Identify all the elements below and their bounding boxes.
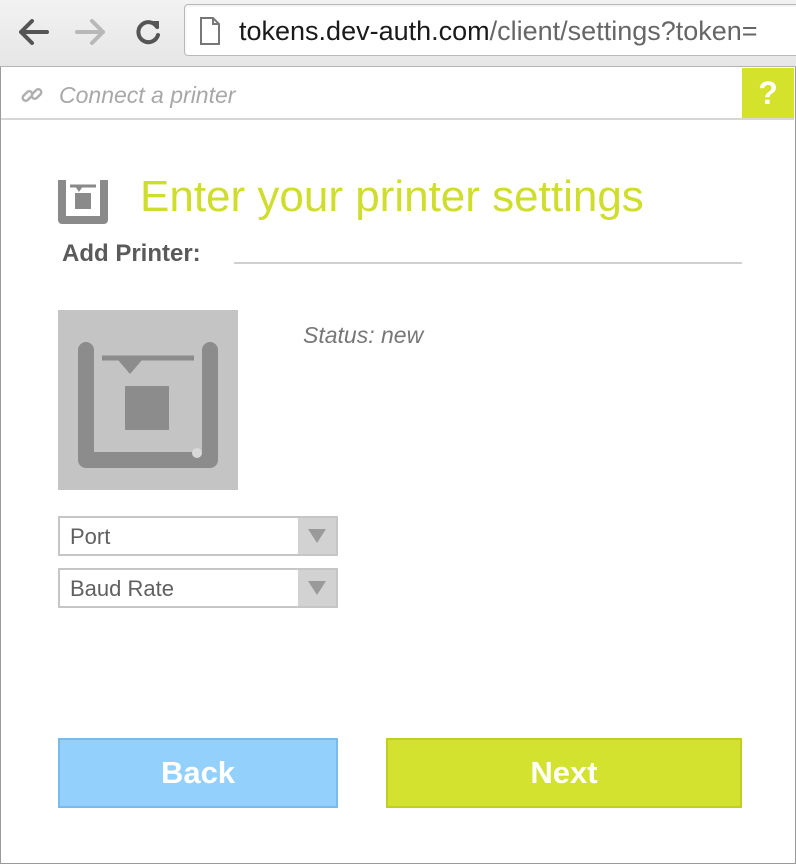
reload-icon[interactable] (128, 12, 168, 52)
help-button[interactable]: ? (742, 68, 794, 118)
add-printer-label: Add Printer: (62, 240, 201, 267)
back-arrow-icon[interactable] (14, 12, 54, 52)
section-divider (234, 262, 742, 264)
forward-arrow-icon[interactable] (70, 12, 110, 52)
printer-icon (58, 178, 108, 229)
link-icon (21, 84, 43, 111)
page-icon (199, 17, 221, 50)
page-title: Enter your printer settings (140, 172, 644, 221)
chevron-down-icon (298, 518, 336, 554)
url-text: tokens.dev-auth.com/client/settings?toke… (239, 14, 758, 48)
connect-printer-label: Connect a printer (59, 82, 236, 108)
connect-bar: Connect a printer ? (1, 68, 794, 120)
address-bar[interactable]: tokens.dev-auth.com/client/settings?toke… (184, 4, 796, 56)
url-path: /client/settings?token= (489, 16, 758, 46)
port-select-value: Port (70, 524, 111, 549)
baud-rate-select-value: Baud Rate (70, 576, 174, 601)
browser-toolbar: tokens.dev-auth.com/client/settings?toke… (0, 0, 796, 67)
back-button[interactable]: Back (58, 738, 338, 808)
next-button[interactable]: Next (386, 738, 742, 808)
status-text: Status: new (303, 322, 424, 348)
chevron-down-icon (298, 570, 336, 606)
port-select[interactable]: Port (58, 516, 338, 556)
url-host: tokens.dev-auth.com (239, 16, 490, 46)
baud-rate-select[interactable]: Baud Rate (58, 568, 338, 608)
printer-image (58, 310, 238, 490)
